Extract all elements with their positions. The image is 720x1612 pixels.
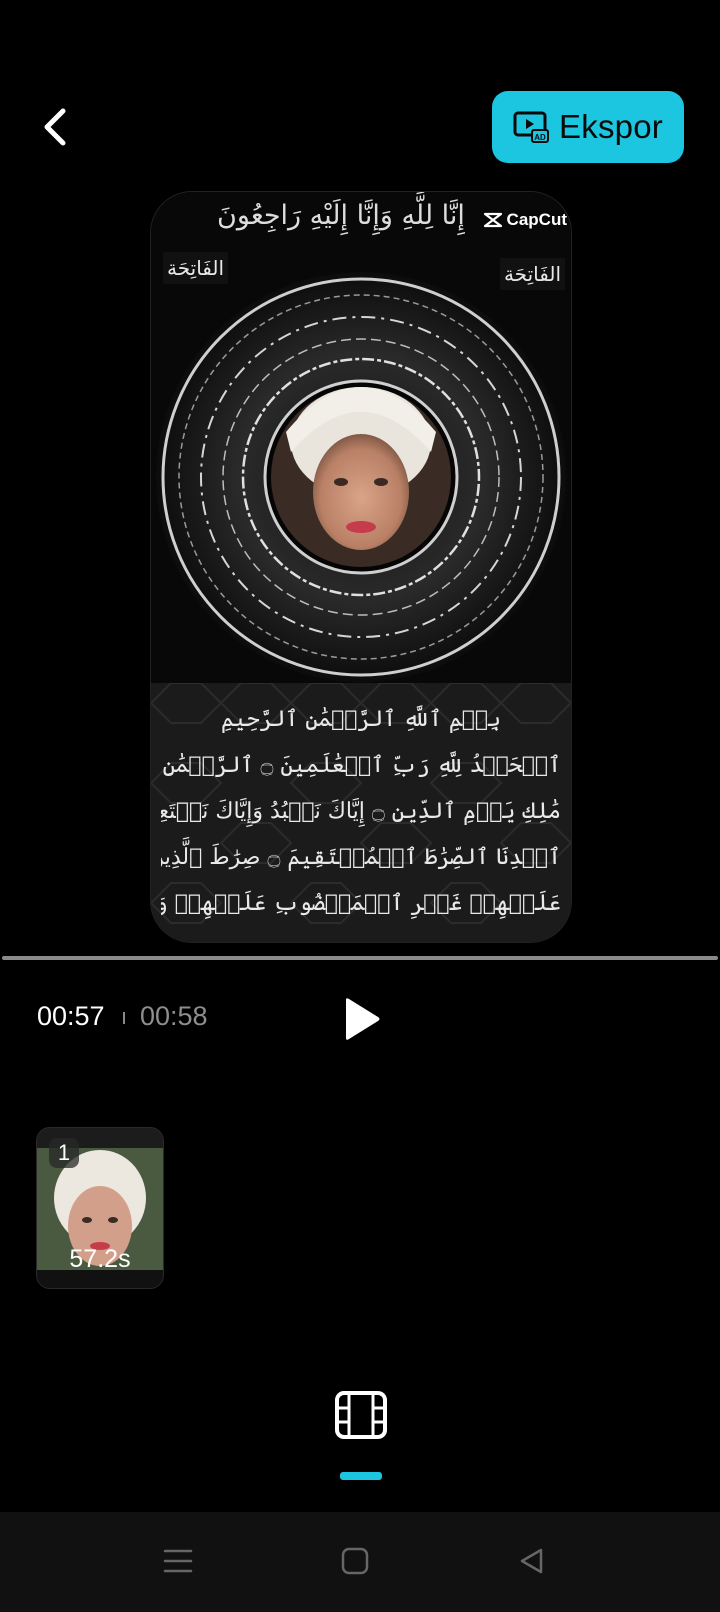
film-icon (335, 1391, 387, 1439)
playback-progress-bar[interactable] (2, 956, 718, 960)
verse-lines: بِسۡمِ ٱللَّهِ ٱلرَّحۡمَٰنِ ٱلرَّحِيمِ ٱ… (161, 697, 561, 927)
verse-line: مَٰلِكِ يَوۡمِ ٱلدِّينِ ۝ إِيَّاكَ نَعۡب… (161, 799, 561, 824)
back-triangle-icon (520, 1548, 543, 1574)
back-button[interactable] (30, 98, 82, 156)
play-button[interactable] (336, 994, 386, 1044)
system-navigation-bar (0, 1512, 720, 1612)
verse-line: عَلَيۡهِمۡ غَيۡرِ ٱلۡمَغۡضُوبِ عَلَيۡهِم… (161, 891, 561, 916)
play-icon (346, 998, 380, 1040)
menu-icon (163, 1549, 193, 1573)
active-tool-indicator (340, 1472, 382, 1480)
verse-panel: بِسۡمِ ٱللَّهِ ٱلرَّحۡمَٰنِ ٱلرَّحِيمِ ٱ… (151, 683, 571, 942)
time-separator (123, 1012, 125, 1024)
total-time: 00:58 (140, 1001, 208, 1031)
video-preview[interactable]: إِنَّا لِلَّهِ وَإِنَّا إِلَيْهِ رَاجِعُ… (150, 191, 572, 943)
watermark-label: CapCut (506, 210, 567, 229)
ad-screen-icon: AD (513, 111, 550, 143)
home-square-icon (341, 1547, 369, 1575)
verse-line: بِسۡمِ ٱللَّهِ ٱلرَّحۡمَٰنِ ٱلرَّحِيمِ (220, 707, 502, 732)
export-button[interactable]: AD Ekspor (492, 91, 684, 163)
verse-line: ٱلۡحَمۡدُ لِلَّهِ رَبِّ ٱلۡعَٰلَمِينَ ۝ … (161, 753, 561, 778)
export-label: Ekspor (559, 108, 663, 145)
svg-text:AD: AD (534, 133, 546, 142)
top-arabic-text: إِنَّا لِلَّهِ وَإِنَّا إِلَيْهِ رَاجِعُ… (217, 200, 465, 231)
clip-thumbnail[interactable]: 1 57.2s (36, 1127, 164, 1289)
capcut-watermark: CapCut (483, 210, 567, 230)
menu-button[interactable] (153, 1536, 203, 1586)
film-tool-button[interactable] (334, 1390, 388, 1440)
corner-label-left: الفَاتِحَة (163, 252, 229, 284)
chevron-left-icon (44, 108, 66, 146)
corner-label-right: الفَاتِحَة (499, 258, 565, 290)
home-button[interactable] (330, 1536, 380, 1586)
verse-line: ٱهۡدِنَا ٱلصِّرَٰطَ ٱلۡمُسۡتَقِيمَ ۝ صِر… (161, 845, 561, 870)
clip-duration: 57.2s (69, 1245, 131, 1273)
capcut-logo-icon (483, 212, 502, 228)
clip-index-badge: 1 (49, 1138, 79, 1168)
system-back-button[interactable] (507, 1536, 557, 1586)
current-time: 00:57 (37, 1001, 105, 1031)
